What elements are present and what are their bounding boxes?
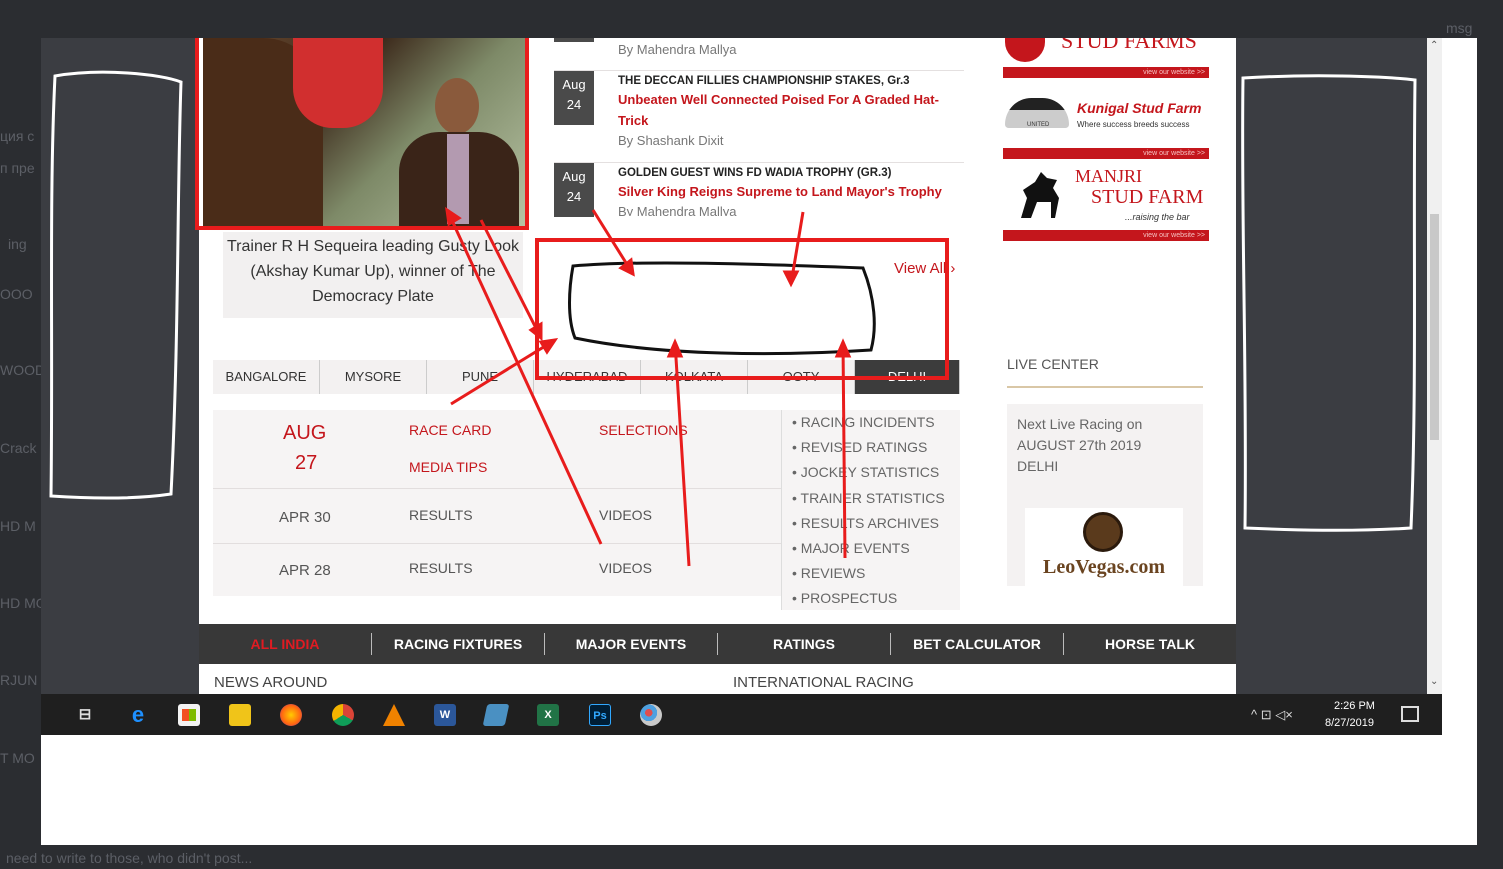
bg-fragment: Crack: [0, 440, 37, 456]
white-redacted-blob: [568, 261, 876, 356]
annotation-layer: [49, 38, 1417, 567]
bg-fragment: п пре: [0, 160, 35, 176]
bg-fragment: need to write to those, who didn't post.…: [6, 850, 253, 866]
bg-fragment: ООО: [0, 286, 33, 302]
bg-fragment: ция с: [0, 128, 35, 144]
right-scribble-box: [1241, 74, 1417, 532]
bg-fragment: WOOD: [0, 362, 46, 378]
bg-fragment: HD MO: [0, 595, 47, 611]
bg-fragment: msg: [1446, 20, 1473, 36]
bg-fragment: RJUN: [0, 672, 38, 688]
screenshot-image: Trainer R H Sequeira leading Gusty Look …: [41, 38, 1477, 845]
bg-fragment: T MO: [0, 750, 35, 766]
bg-fragment: HD M: [0, 518, 36, 534]
bg-fragment: ing: [8, 236, 27, 252]
left-scribble-box: [49, 70, 183, 500]
photo-highlight-box: [195, 38, 529, 230]
